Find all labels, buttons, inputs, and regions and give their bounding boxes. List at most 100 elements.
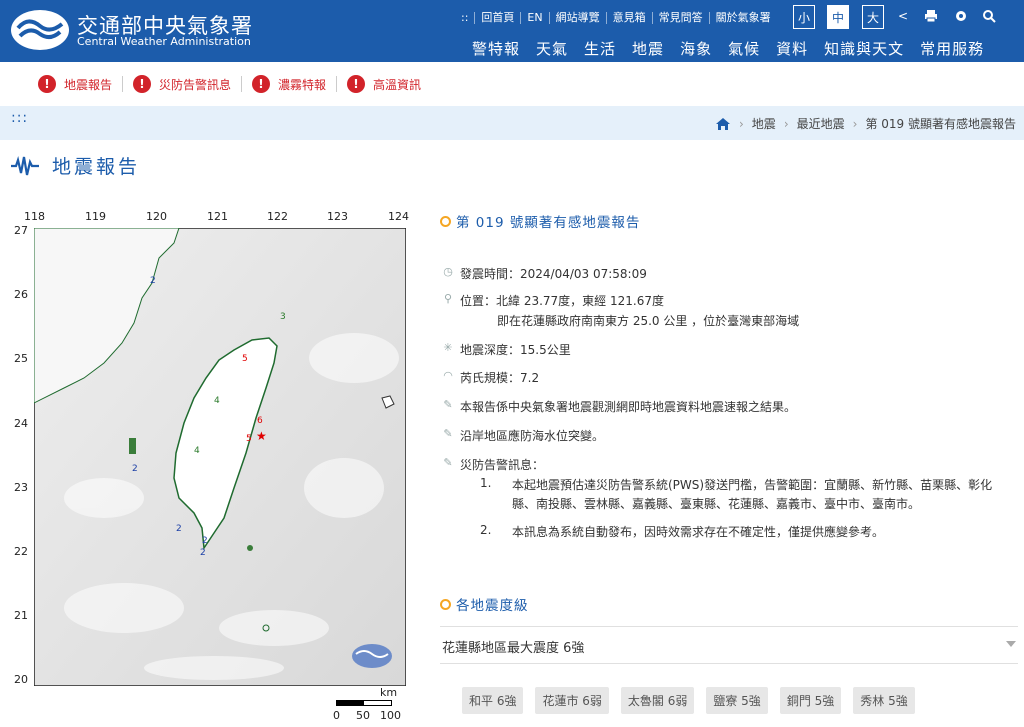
- font-medium-button[interactable]: 中: [827, 5, 849, 29]
- chevron-right-icon: ›: [738, 116, 744, 131]
- alert-bar: ! 地震報告 ! 災防告警訊息 ! 濃霧特報 ! 高溫資訊: [0, 62, 1024, 106]
- alert-pws[interactable]: ! 災防告警訊息: [133, 75, 243, 93]
- english-link[interactable]: EN: [521, 12, 550, 24]
- svg-text:★: ★: [256, 429, 267, 443]
- about-link[interactable]: 關於氣象署: [710, 12, 777, 24]
- gear-icon[interactable]: [954, 9, 968, 23]
- scale-label: 0: [333, 709, 340, 722]
- info-time-text: 發震時間：2024/04/03 07:58:09: [460, 267, 647, 281]
- breadcrumb-recent[interactable]: 最近地震: [797, 115, 845, 132]
- scale-bar: [336, 700, 392, 706]
- list-text: 本起地震預估達災防告警系統(PWS)發送門檻，告警範圍：宜蘭縣、新竹縣、苗栗縣、…: [512, 478, 993, 511]
- font-large-button[interactable]: 大: [862, 5, 884, 29]
- star-icon: ✳: [443, 341, 453, 354]
- nav-earthquake[interactable]: 地震: [632, 38, 664, 59]
- info-magnitude-text: 芮氏規模：7.2: [460, 371, 540, 385]
- pencil-icon: ✎: [443, 427, 453, 440]
- print-icon[interactable]: [924, 9, 938, 23]
- map-intensity-label: 2: [176, 524, 182, 534]
- breadcrumb-earthquake[interactable]: 地震: [752, 115, 776, 132]
- bullet-ring-icon: [440, 598, 451, 610]
- alert-label: 高溫資訊: [373, 77, 422, 92]
- seismic-wave-icon: [11, 155, 39, 175]
- page-heading: 地震報告: [10, 152, 140, 179]
- nav-data[interactable]: 資料: [776, 38, 808, 59]
- magnitude-icon: ◠: [443, 369, 453, 382]
- station-chip: 和平 6強: [462, 687, 524, 714]
- intensity-section-title: 各地震度級: [440, 594, 529, 614]
- alert-fog[interactable]: ! 濃霧特報: [252, 75, 338, 93]
- info-coast-text: 沿岸地區應防海水位突變。: [460, 429, 605, 443]
- map-pin-icon: ⚲: [443, 292, 453, 305]
- font-small-button[interactable]: 小: [793, 5, 815, 29]
- faq-link[interactable]: 常見問答: [653, 12, 710, 24]
- map-canvas: ★: [34, 228, 406, 686]
- bullet-ring-icon: [440, 215, 451, 227]
- utility-links: :: 回首頁 EN 網站導覽 意見箱 常見問答 關於氣象署: [455, 8, 777, 28]
- lon-tick: 118: [24, 210, 45, 223]
- nav-life[interactable]: 生活: [584, 38, 616, 59]
- lon-tick: 121: [207, 210, 228, 223]
- station-chip: 花蓮市 6弱: [535, 687, 609, 714]
- lon-tick: 120: [146, 210, 167, 223]
- region-accordion[interactable]: 花蓮縣地區最大震度 6強: [440, 626, 1018, 664]
- nav-climate[interactable]: 氣候: [728, 38, 760, 59]
- scale-label: 50: [356, 709, 370, 722]
- scale-unit: km: [380, 686, 398, 699]
- region-max-intensity: 花蓮縣地區最大震度 6強: [442, 641, 585, 656]
- lat-tick: 21: [14, 609, 28, 622]
- section-title-text: 各地震度級: [456, 598, 529, 614]
- nav-warnings[interactable]: 警特報: [472, 38, 520, 59]
- map-intensity-label: 2: [132, 464, 138, 474]
- map-intensity-label: 4: [214, 396, 220, 406]
- info-depth-text: 地震深度：15.5公里: [460, 343, 571, 357]
- chevron-right-icon: ›: [783, 116, 789, 131]
- clock-icon: ◷: [443, 265, 453, 278]
- breadcrumb-current: 第 019 號顯著有感地震報告: [865, 117, 1016, 131]
- info-depth: ✳ 地震深度：15.5公里: [441, 341, 571, 360]
- site-subtitle: Central Weather Administration: [77, 35, 251, 48]
- home-icon[interactable]: [715, 117, 731, 131]
- intensity-map[interactable]: 118 119 120 121 122 123 124 27 26 25 24 …: [14, 206, 410, 724]
- page-title: 地震報告: [52, 156, 141, 178]
- lon-tick: 122: [267, 210, 288, 223]
- map-intensity-label: 5: [242, 354, 248, 364]
- main-nav: 警特報 天氣 生活 地震 海象 氣候 資料 知識與天文 常用服務: [472, 38, 1000, 59]
- nav-services[interactable]: 常用服務: [920, 38, 984, 59]
- caret-down-icon: [1006, 641, 1016, 647]
- home-link[interactable]: 回首頁: [475, 12, 522, 24]
- feedback-link[interactable]: 意見箱: [607, 12, 653, 24]
- info-magnitude: ◠ 芮氏規模：7.2: [441, 369, 539, 388]
- breadcrumb: › 地震 › 最近地震 › 第 019 號顯著有感地震報告: [715, 115, 1016, 132]
- map-intensity-label: 2: [200, 548, 206, 558]
- share-icon[interactable]: <: [896, 9, 910, 23]
- map-intensity-label: 3: [280, 312, 286, 322]
- info-coast: ✎ 沿岸地區應防海水位突變。: [441, 427, 604, 446]
- lon-tick: 124: [388, 210, 409, 223]
- alert-label: 災防告警訊息: [159, 77, 232, 92]
- alert-heat[interactable]: ! 高溫資訊: [347, 75, 431, 93]
- accesskey-link[interactable]: ::: [455, 12, 476, 24]
- search-icon[interactable]: [982, 9, 996, 23]
- list-number: 1.: [480, 476, 492, 490]
- station-chip: 太魯閣 6弱: [620, 687, 695, 714]
- cwa-logo-icon[interactable]: [10, 8, 70, 52]
- lon-tick: 119: [85, 210, 106, 223]
- alert-label: 濃霧特報: [278, 77, 327, 92]
- accesskey-marker[interactable]: :::: [11, 111, 28, 125]
- info-note: ✎ 本報告係中央氣象署地震觀測網即時地震資料地震速報之結果。: [441, 398, 796, 417]
- station-intensity-list: 和平 6強 花蓮市 6弱 太魯閣 6弱 鹽寮 5強 銅門 5強 秀林 5強: [462, 687, 927, 714]
- pencil-icon: ✎: [443, 398, 453, 411]
- nav-marine[interactable]: 海象: [680, 38, 712, 59]
- lat-tick: 26: [14, 288, 28, 301]
- sitemap-link[interactable]: 網站導覽: [550, 12, 607, 24]
- station-chip: 銅門 5強: [779, 687, 842, 714]
- map-intensity-label: 6: [257, 416, 263, 426]
- lon-tick: 123: [327, 210, 348, 223]
- map-intensity-label: 2: [202, 536, 208, 546]
- list-text: 本訊息為系統自動發布，因時效需求存在不確定性，僅提供應變參考。: [512, 525, 885, 539]
- alert-earthquake-report[interactable]: ! 地震報告: [38, 75, 124, 93]
- alert-label: 地震報告: [64, 77, 113, 92]
- nav-weather[interactable]: 天氣: [536, 38, 568, 59]
- nav-knowledge[interactable]: 知識與天文: [824, 38, 904, 59]
